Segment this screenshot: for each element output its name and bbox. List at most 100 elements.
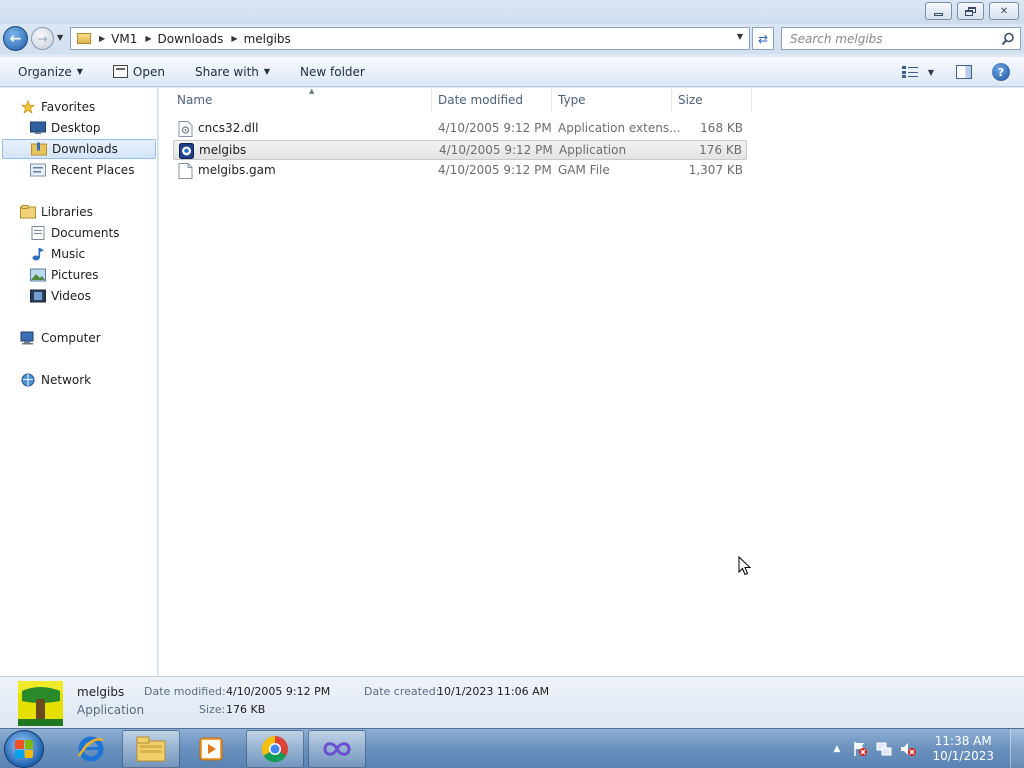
clock[interactable]: 11:38 AM 10/1/2023 xyxy=(932,734,994,764)
nav-favorites[interactable]: Favorites xyxy=(20,97,95,117)
taskbar-visual-studio[interactable] xyxy=(308,730,366,768)
nav-desktop[interactable]: Desktop xyxy=(30,118,101,138)
pictures-icon xyxy=(30,268,46,282)
new-folder-button[interactable]: New folder xyxy=(300,65,365,79)
details-size-label: Size: xyxy=(199,703,226,716)
network-status-icon[interactable] xyxy=(876,741,892,757)
nav-network[interactable]: Network xyxy=(20,370,91,390)
clock-date: 10/1/2023 xyxy=(932,749,994,763)
column-date-label: Date modified xyxy=(438,93,524,107)
chevron-down-icon: ▼ xyxy=(263,67,271,76)
start-button[interactable] xyxy=(4,730,44,768)
column-header-type[interactable]: Type xyxy=(552,88,672,112)
nav-computer-label: Computer xyxy=(41,331,101,345)
nav-favorites-label: Favorites xyxy=(41,100,96,114)
organize-label: Organize xyxy=(18,64,72,79)
file-size: 168 KB xyxy=(700,121,743,135)
column-header-date-modified[interactable]: Date modified xyxy=(432,88,552,112)
refresh-icon: ⇄ xyxy=(757,31,769,46)
windows-logo-icon xyxy=(15,740,33,758)
file-row-selected[interactable]: melgibs 4/10/2005 9:12 PM Application 17… xyxy=(173,140,747,160)
restore-icon xyxy=(965,6,976,16)
recent-pages-dropdown[interactable]: ▼ xyxy=(57,33,63,42)
help-icon[interactable]: ? xyxy=(992,63,1010,81)
nav-recent-places[interactable]: Recent Places xyxy=(30,160,134,180)
volume-muted-icon[interactable] xyxy=(900,741,917,757)
change-view-button[interactable]: ▼ xyxy=(901,66,934,78)
taskbar-windows-explorer[interactable] xyxy=(122,730,180,768)
breadcrumb-downloads[interactable]: Downloads xyxy=(158,32,224,46)
breadcrumb-vm1[interactable]: VM1 xyxy=(111,32,137,46)
column-header-size[interactable]: Size xyxy=(672,88,752,112)
star-icon xyxy=(20,100,36,114)
share-with-button[interactable]: Share with ▼ xyxy=(195,65,270,79)
taskbar-media-player[interactable] xyxy=(182,730,240,768)
nav-libraries-label: Libraries xyxy=(41,205,93,219)
breadcrumb-melgibs[interactable]: melgibs xyxy=(244,32,291,46)
network-icon xyxy=(21,373,35,387)
view-controls: ▼ ? xyxy=(901,57,1024,87)
nav-pictures-label: Pictures xyxy=(51,268,99,282)
forward-button[interactable]: → xyxy=(31,27,54,50)
generic-file-icon xyxy=(178,163,193,179)
title-bar: ✕ xyxy=(0,0,1024,24)
organize-button[interactable]: Organize ▼ xyxy=(18,65,83,79)
nav-libraries[interactable]: Libraries xyxy=(20,202,93,222)
chevron-right-icon[interactable]: ▶ xyxy=(99,34,105,43)
nav-pictures[interactable]: Pictures xyxy=(30,265,99,285)
show-hidden-icons-button[interactable]: ▲ xyxy=(834,744,841,754)
file-size: 1,307 KB xyxy=(688,163,743,177)
nav-computer[interactable]: Computer xyxy=(20,328,101,348)
search-icon[interactable] xyxy=(1001,32,1015,46)
open-button[interactable]: Open xyxy=(112,65,165,79)
chrome-icon xyxy=(261,735,288,763)
file-date: 4/10/2005 9:12 PM xyxy=(438,163,552,177)
nav-music[interactable]: Music xyxy=(30,244,85,264)
action-center-icon[interactable] xyxy=(852,741,868,757)
address-bar[interactable]: ▶ VM1 ▶ Downloads ▶ melgibs ▼ xyxy=(70,27,750,50)
chevron-right-icon[interactable]: ▶ xyxy=(231,34,237,43)
file-type: Application xyxy=(559,143,627,157)
dll-file-icon xyxy=(178,121,193,137)
computer-icon xyxy=(20,331,34,345)
minimize-button[interactable] xyxy=(925,2,952,20)
folder-icon xyxy=(77,33,91,44)
nav-documents[interactable]: Documents xyxy=(30,223,119,243)
close-icon: ✕ xyxy=(999,5,1009,17)
nav-downloads[interactable]: Downloads xyxy=(2,139,156,159)
search-input[interactable] xyxy=(790,31,1000,46)
search-box[interactable] xyxy=(781,27,1021,50)
forward-arrow-icon: → xyxy=(37,31,48,46)
window-controls: ✕ xyxy=(920,2,1019,20)
file-list: Name ▲ Date modified Type Size cncs32.dl… xyxy=(159,87,1024,676)
chevron-right-icon[interactable]: ▶ xyxy=(145,34,151,43)
taskbar-chrome[interactable] xyxy=(246,730,304,768)
details-pane: melgibs Application Date modified: 4/10/… xyxy=(0,676,1024,728)
file-row[interactable]: melgibs.gam 4/10/2005 9:12 PM GAM File 1… xyxy=(173,161,747,181)
new-folder-label: New folder xyxy=(300,64,365,79)
close-button[interactable]: ✕ xyxy=(989,2,1019,20)
show-desktop-button[interactable] xyxy=(1010,729,1024,768)
libraries-icon xyxy=(20,205,36,219)
nav-videos[interactable]: Videos xyxy=(30,286,91,306)
details-file-name: melgibs xyxy=(77,685,125,699)
sort-ascending-icon: ▲ xyxy=(309,87,315,95)
back-button[interactable]: ← xyxy=(3,26,28,51)
nav-recent-places-label: Recent Places xyxy=(51,163,135,177)
column-name-label: Name xyxy=(177,93,213,107)
downloads-folder-icon xyxy=(31,142,47,156)
navigation-pane: Favorites Desktop Downloads Recent Place… xyxy=(0,88,158,676)
taskbar-internet-explorer[interactable] xyxy=(62,730,120,768)
chevron-down-icon[interactable]: ▼ xyxy=(928,68,934,77)
file-row[interactable]: cncs32.dll 4/10/2005 9:12 PM Application… xyxy=(173,119,747,139)
open-icon xyxy=(112,65,128,78)
file-type: GAM File xyxy=(558,163,610,177)
details-date-created-value: 10/1/2023 11:06 AM xyxy=(437,685,550,698)
visual-studio-icon xyxy=(323,742,351,756)
column-header-name[interactable]: Name ▲ xyxy=(171,87,432,112)
preview-pane-icon[interactable] xyxy=(956,65,972,79)
address-dropdown-icon[interactable]: ▼ xyxy=(737,32,743,41)
restore-button[interactable] xyxy=(957,2,984,20)
file-name: melgibs xyxy=(199,143,247,157)
refresh-button[interactable]: ⇄ xyxy=(752,27,774,50)
